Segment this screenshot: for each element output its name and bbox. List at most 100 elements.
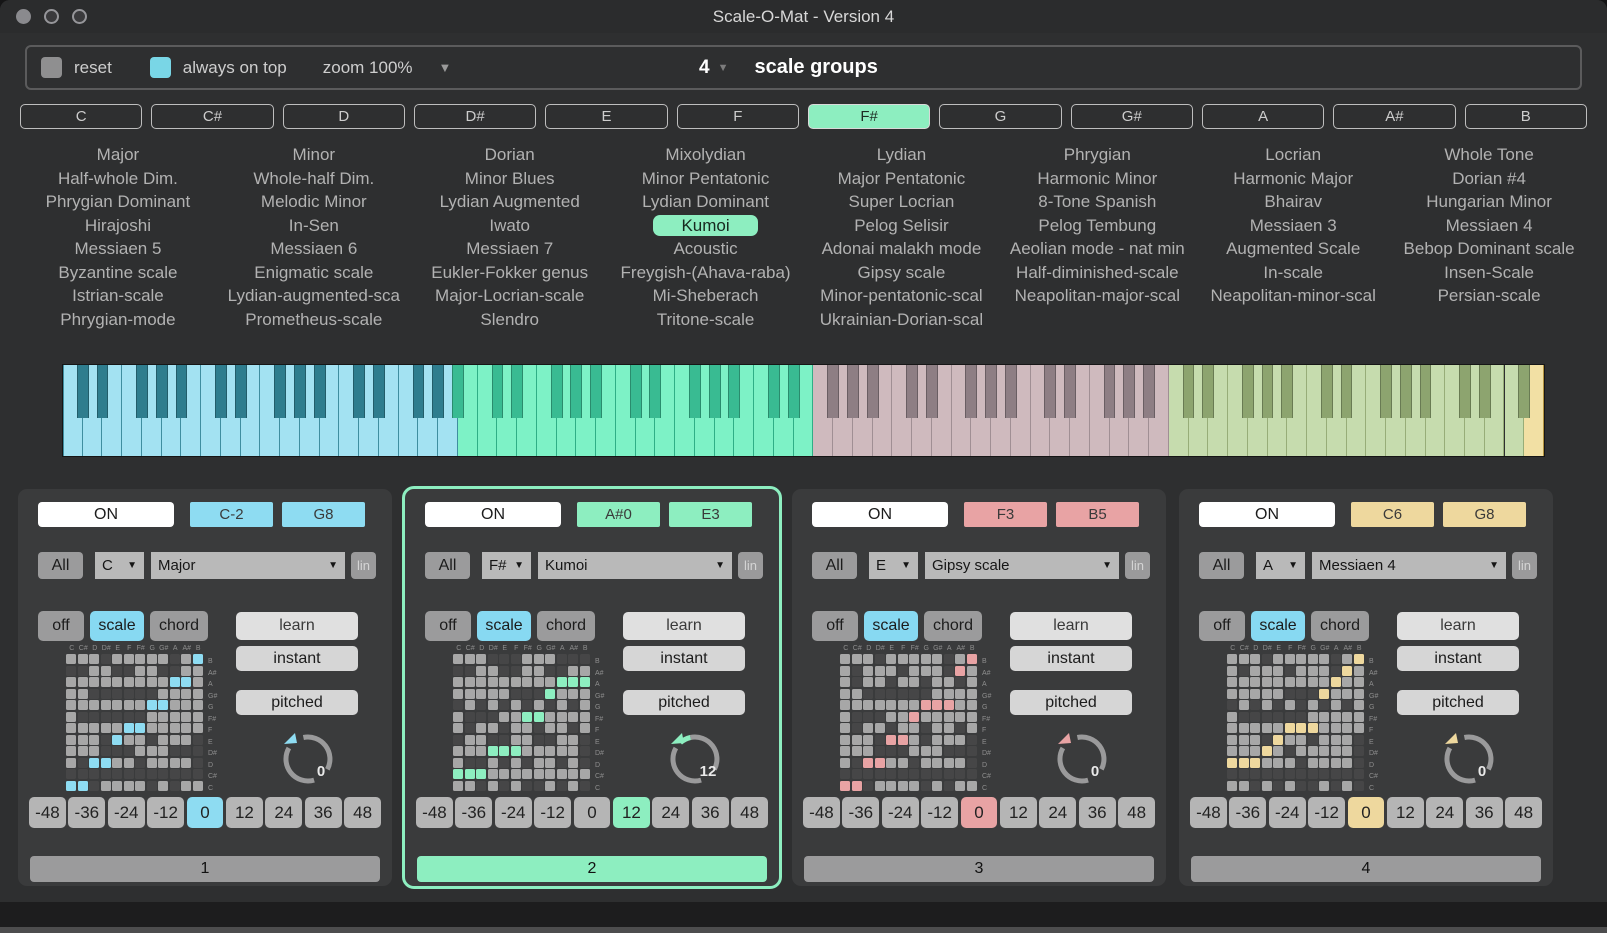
all-button[interactable]: All: [38, 552, 83, 579]
matrix-cell[interactable]: [465, 712, 475, 722]
transpose-button--12[interactable]: -12: [1308, 797, 1345, 828]
mode-off-button[interactable]: off: [812, 611, 858, 641]
black-key[interactable]: [1380, 365, 1392, 418]
black-key[interactable]: [788, 365, 800, 418]
matrix-cell[interactable]: [135, 781, 145, 791]
scale-list-item[interactable]: Phrygian: [999, 143, 1195, 167]
matrix-cell[interactable]: [580, 769, 590, 779]
matrix-cell[interactable]: [488, 781, 498, 791]
matrix-cell[interactable]: [852, 712, 862, 722]
matrix-cell[interactable]: [534, 781, 544, 791]
matrix-cell[interactable]: [1296, 769, 1306, 779]
matrix-cell[interactable]: [545, 758, 555, 768]
matrix-cell[interactable]: [1354, 723, 1364, 733]
matrix-cell[interactable]: [1331, 689, 1341, 699]
matrix-cell[interactable]: [158, 700, 168, 710]
matrix-cell[interactable]: [101, 781, 111, 791]
matrix-cell[interactable]: [534, 654, 544, 664]
matrix-cell[interactable]: [886, 712, 896, 722]
matrix-cell[interactable]: [545, 781, 555, 791]
matrix-cell[interactable]: [453, 781, 463, 791]
matrix-cell[interactable]: [522, 746, 532, 756]
matrix-cell[interactable]: [898, 677, 908, 687]
matrix-cell[interactable]: [840, 723, 850, 733]
matrix-cell[interactable]: [170, 712, 180, 722]
matrix-cell[interactable]: [1273, 677, 1283, 687]
matrix-cell[interactable]: [557, 735, 567, 745]
mode-scale-button[interactable]: scale: [477, 611, 531, 641]
matrix-cell[interactable]: [955, 769, 965, 779]
matrix-cell[interactable]: [1239, 735, 1249, 745]
transpose-button-24[interactable]: 24: [1426, 797, 1463, 828]
lin-button[interactable]: lin: [738, 552, 763, 579]
matrix-cell[interactable]: [1319, 746, 1329, 756]
matrix-cell[interactable]: [101, 689, 111, 699]
matrix-cell[interactable]: [852, 654, 862, 664]
matrix-cell[interactable]: [522, 689, 532, 699]
lin-button[interactable]: lin: [1512, 552, 1537, 579]
matrix-cell[interactable]: [1342, 735, 1352, 745]
matrix-cell[interactable]: [78, 712, 88, 722]
matrix-cell[interactable]: [78, 700, 88, 710]
transpose-button-48[interactable]: 48: [1505, 797, 1542, 828]
matrix-cell[interactable]: [1262, 758, 1272, 768]
matrix-cell[interactable]: [124, 746, 134, 756]
matrix-cell[interactable]: [476, 654, 486, 664]
matrix-cell[interactable]: [135, 677, 145, 687]
matrix-grid[interactable]: [453, 654, 591, 791]
matrix-cell[interactable]: [170, 689, 180, 699]
matrix-cell[interactable]: [488, 689, 498, 699]
scale-list-item[interactable]: Messiaen 7: [412, 237, 608, 261]
matrix-cell[interactable]: [124, 700, 134, 710]
matrix-cell[interactable]: [863, 769, 873, 779]
matrix-cell[interactable]: [1308, 758, 1318, 768]
matrix-cell[interactable]: [1342, 666, 1352, 676]
matrix-cell[interactable]: [522, 769, 532, 779]
matrix-cell[interactable]: [1239, 746, 1249, 756]
matrix-cell[interactable]: [453, 746, 463, 756]
matrix-cell[interactable]: [886, 654, 896, 664]
matrix-cell[interactable]: [499, 677, 509, 687]
matrix-cell[interactable]: [545, 712, 555, 722]
black-key[interactable]: [1104, 365, 1116, 418]
matrix-cell[interactable]: [147, 735, 157, 745]
matrix-cell[interactable]: [181, 723, 191, 733]
matrix-cell[interactable]: [921, 689, 931, 699]
matrix-cell[interactable]: [1239, 723, 1249, 733]
scale-list-item[interactable]: Messiaen 4: [1391, 214, 1587, 238]
matrix-cell[interactable]: [898, 746, 908, 756]
matrix-cell[interactable]: [921, 677, 931, 687]
matrix-cell[interactable]: [1250, 758, 1260, 768]
matrix-cell[interactable]: [101, 654, 111, 664]
transpose-button-0[interactable]: 0: [1348, 797, 1385, 828]
matrix-cell[interactable]: [499, 689, 509, 699]
scale-list-item[interactable]: Lydian: [804, 143, 1000, 167]
scale-dropdown[interactable]: Messiaen 4 ▼: [1312, 552, 1506, 579]
matrix-cell[interactable]: [488, 735, 498, 745]
matrix-cell[interactable]: [78, 781, 88, 791]
matrix-cell[interactable]: [875, 654, 885, 664]
matrix-cell[interactable]: [967, 769, 977, 779]
matrix-cell[interactable]: [557, 781, 567, 791]
matrix-cell[interactable]: [158, 735, 168, 745]
matrix-cell[interactable]: [1296, 677, 1306, 687]
matrix-cell[interactable]: [1250, 769, 1260, 779]
black-key[interactable]: [1400, 365, 1412, 418]
scale-list-item[interactable]: In-scale: [1195, 261, 1391, 285]
matrix-cell[interactable]: [955, 781, 965, 791]
matrix-cell[interactable]: [181, 666, 191, 676]
matrix-cell[interactable]: [534, 723, 544, 733]
matrix-cell[interactable]: [1308, 746, 1318, 756]
matrix-cell[interactable]: [1285, 700, 1295, 710]
matrix-cell[interactable]: [112, 758, 122, 768]
matrix-cell[interactable]: [863, 689, 873, 699]
matrix-cell[interactable]: [1296, 666, 1306, 676]
group-count-value[interactable]: 4: [699, 57, 710, 79]
matrix-cell[interactable]: [1296, 758, 1306, 768]
transpose-button--48[interactable]: -48: [1190, 797, 1227, 828]
mode-off-button[interactable]: off: [1199, 611, 1245, 641]
matrix-cell[interactable]: [124, 666, 134, 676]
matrix-cell[interactable]: [158, 769, 168, 779]
matrix-cell[interactable]: [1262, 769, 1272, 779]
matrix-cell[interactable]: [557, 677, 567, 687]
